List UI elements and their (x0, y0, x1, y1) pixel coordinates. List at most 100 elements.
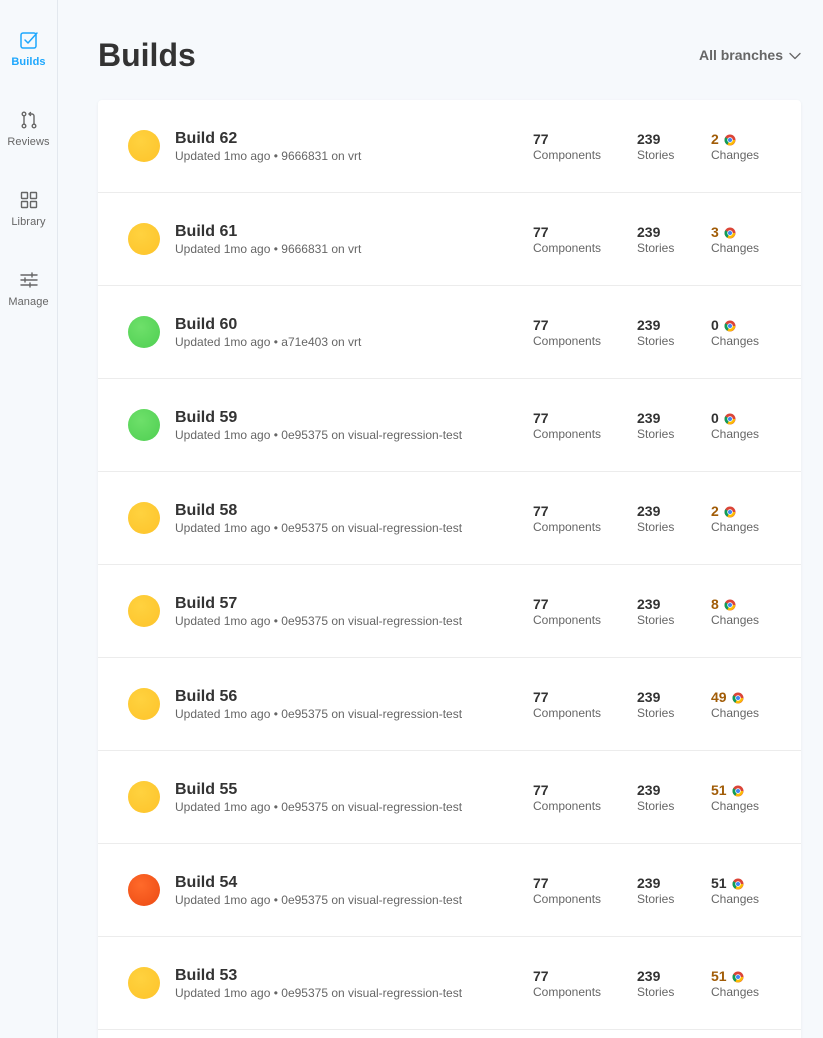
build-subtitle: Updated 1mo ago • 0e95375 on visual-regr… (175, 521, 463, 535)
stories-stat: 239 Stories (637, 130, 674, 163)
changes-value: 49 (711, 688, 759, 705)
stories-label: Stories (637, 334, 675, 348)
chrome-browser-icon (724, 598, 736, 610)
components-count: 77 (533, 967, 549, 984)
sidebar-item-label: Builds (11, 56, 46, 68)
changes-value: 0 (711, 409, 759, 426)
changes-stat: 0 Changes (711, 409, 760, 442)
build-name: Build 55 (175, 781, 238, 798)
sidebar-item-builds[interactable]: Builds (0, 30, 57, 90)
stories-count: 239 (637, 409, 661, 426)
build-row[interactable]: Build 61 Updated 1mo ago • 9666831 on vr… (98, 193, 801, 286)
build-row[interactable]: Build 58 Updated 1mo ago • 0e95375 on vi… (98, 472, 801, 565)
stories-stat: 239 Stories (637, 316, 675, 349)
stories-label: Stories (637, 799, 675, 813)
sidebar-item-manage[interactable]: Manage (0, 270, 57, 330)
components-count: 77 (533, 316, 549, 333)
stories-label: Stories (637, 427, 675, 441)
sidebar-item-reviews[interactable]: Reviews (0, 110, 57, 170)
build-row[interactable]: Build 57 Updated 1mo ago • 0e95375 on vi… (98, 565, 801, 658)
build-row[interactable]: Build 60 Updated 1mo ago • a71e403 on vr… (98, 286, 801, 379)
chrome-browser-icon (724, 226, 736, 238)
components-label: Components (533, 706, 602, 720)
build-subtitle: Updated 1mo ago • 0e95375 on visual-regr… (175, 800, 463, 814)
changes-value: 8 (711, 595, 759, 612)
changes-count: 51 (711, 781, 727, 798)
build-subtitle: Updated 1mo ago • a71e403 on vrt (175, 335, 362, 349)
changes-count: 3 (711, 223, 719, 240)
build-row[interactable]: Build 53 Updated 1mo ago • 0e95375 on vi… (98, 937, 801, 1030)
components-stat: 77 Components (533, 781, 601, 814)
components-stat: 77 Components (533, 595, 601, 628)
stories-label: Stories (637, 892, 675, 906)
changes-label: Changes (711, 148, 760, 162)
changes-value: 2 (711, 502, 759, 519)
build-row[interactable]: Build 56 Updated 1mo ago • 0e95375 on vi… (98, 658, 801, 751)
changes-count: 0 (711, 316, 719, 333)
changes-value: 51 (711, 874, 759, 891)
build-row[interactable]: Build 59 Updated 1mo ago • 0e95375 on vi… (98, 379, 801, 472)
build-list: Build 62 Updated 1mo ago • 9666831 on vr… (98, 100, 801, 1038)
components-count: 77 (533, 688, 549, 705)
build-subtitle: Updated 1mo ago • 0e95375 on visual-regr… (175, 428, 463, 442)
changes-label: Changes (711, 427, 760, 441)
changes-stat: 3 Changes (711, 223, 759, 256)
components-stat: 77 Components (533, 967, 601, 1000)
build-subtitle: Updated 1mo ago • 9666831 on vrt (175, 149, 362, 163)
components-stat: 77 Components (533, 223, 602, 256)
components-count: 77 (533, 130, 549, 147)
chrome-browser-icon (724, 319, 736, 331)
chrome-browser-icon (724, 505, 736, 517)
changes-stat: 51 Changes (711, 781, 760, 814)
status-indicator (128, 316, 160, 348)
changes-count: 51 (711, 967, 727, 984)
build-row[interactable]: Build 54 Updated 1mo ago • 0e95375 on vi… (98, 844, 801, 937)
chrome-browser-icon (724, 412, 736, 424)
branch-filter-dropdown[interactable]: All branches (699, 47, 801, 63)
build-name: Build 60 (175, 316, 238, 333)
stories-stat: 239 Stories (637, 967, 675, 1000)
components-stat: 77 Components (533, 502, 601, 535)
sidebar-item-label: Library (11, 216, 46, 228)
stories-label: Stories (637, 985, 675, 999)
changes-label: Changes (711, 985, 760, 999)
build-name: Build 59 (175, 409, 238, 426)
components-label: Components (533, 241, 602, 255)
status-indicator (128, 781, 160, 813)
changes-stat: 0 Changes (711, 316, 760, 349)
status-indicator (128, 502, 160, 534)
stories-count: 239 (637, 595, 661, 612)
changes-stat: 2 Changes (711, 130, 760, 163)
chevron-down-icon (787, 47, 801, 63)
components-count: 77 (533, 595, 549, 612)
stories-stat: 239 Stories (637, 874, 675, 907)
branch-filter-label: All branches (698, 47, 783, 63)
stories-stat: 239 Stories (637, 409, 675, 442)
status-indicator (128, 874, 160, 906)
stories-count: 239 (637, 130, 661, 147)
changes-label: Changes (711, 334, 760, 348)
build-subtitle: Updated 1mo ago • 0e95375 on visual-regr… (175, 986, 463, 1000)
components-count: 77 (533, 502, 549, 519)
build-subtitle: Updated 1mo ago • 9666831 on vrt (175, 242, 362, 256)
changes-value: 2 (711, 130, 759, 147)
changes-count: 8 (711, 595, 719, 612)
changes-label: Changes (711, 613, 760, 627)
changes-stat: 49 Changes (711, 688, 759, 721)
status-indicator (128, 688, 160, 720)
grid-icon (19, 190, 39, 210)
builds-checkbox-icon (19, 30, 39, 50)
build-row[interactable]: Build 55 Updated 1mo ago • 0e95375 on vi… (98, 751, 801, 844)
status-indicator (128, 130, 160, 162)
build-subtitle: Updated 1mo ago • 0e95375 on visual-regr… (175, 893, 463, 907)
build-row[interactable]: Build 62 Updated 1mo ago • 9666831 on vr… (98, 100, 801, 193)
changes-label: Changes (711, 799, 760, 813)
build-name: Build 56 (175, 688, 238, 705)
sidebar-item-library[interactable]: Library (0, 190, 57, 250)
changes-count: 49 (711, 688, 727, 705)
stories-count: 239 (637, 316, 661, 333)
components-label: Components (533, 427, 602, 441)
changes-value: 51 (711, 781, 759, 798)
stories-count: 239 (637, 781, 661, 798)
components-stat: 77 Components (533, 874, 601, 907)
